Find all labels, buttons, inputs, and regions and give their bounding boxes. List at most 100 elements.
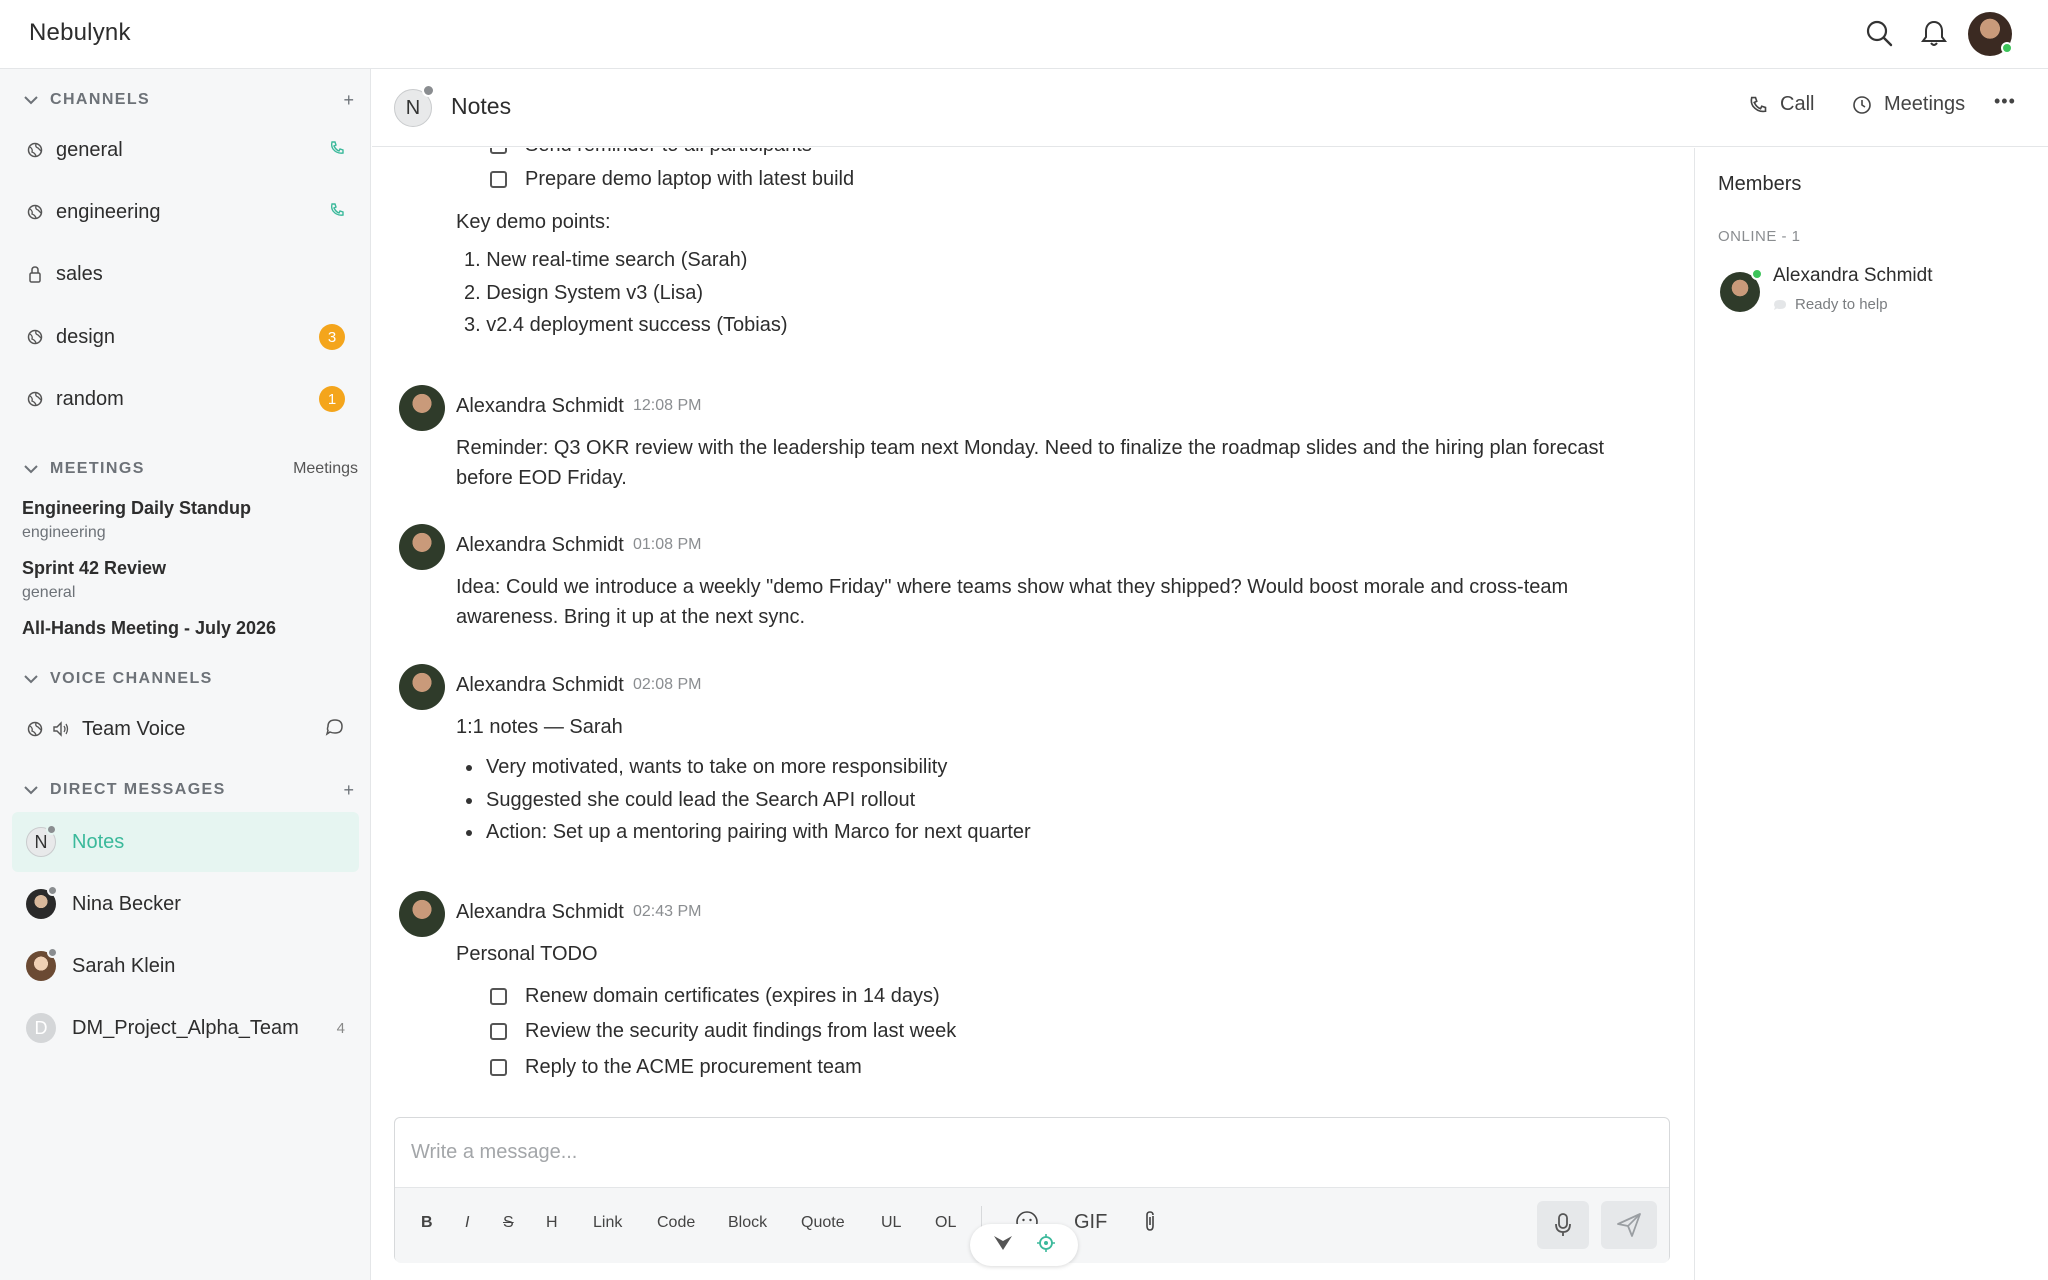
checkbox-item[interactable]: Send reminder to all participants — [490, 148, 812, 157]
message-text: Idea: Could we introduce a weekly "demo … — [456, 576, 1569, 628]
away-status-dot — [47, 885, 58, 896]
more-options-button[interactable]: ••• — [1994, 91, 2016, 112]
sidebar-item-design[interactable]: design 3 — [12, 309, 359, 365]
message-author[interactable]: Alexandra Schmidt — [456, 534, 624, 557]
dm-item-project-alpha[interactable]: D DM_Project_Alpha_Team 4 — [12, 998, 359, 1058]
message-list[interactable]: Send reminder to all participants Prepar… — [372, 148, 1694, 1106]
checkbox[interactable] — [490, 171, 507, 188]
message-author[interactable]: Alexandra Schmidt — [456, 901, 624, 924]
dm-label: Nina Becker — [72, 892, 181, 915]
avatar: D — [26, 1013, 56, 1043]
phone-icon[interactable] — [329, 202, 345, 223]
member-name[interactable]: Alexandra Schmidt — [1773, 265, 1932, 287]
channel-label: engineering — [56, 200, 161, 223]
chevron-down-icon — [24, 671, 40, 687]
dm-item-nina-becker[interactable]: Nina Becker — [12, 874, 359, 934]
checkbox[interactable] — [490, 1023, 507, 1040]
away-status-dot — [47, 947, 58, 958]
checkbox[interactable] — [490, 1059, 507, 1076]
message-author[interactable]: Alexandra Schmidt — [456, 674, 624, 697]
checkbox-item[interactable]: Review the security audit findings from … — [490, 1020, 956, 1043]
bullet-list-button[interactable]: UL — [881, 1214, 901, 1232]
sidebar-item-team-voice[interactable]: Team Voice — [12, 701, 359, 757]
channels-section-header[interactable]: CHANNELS + — [24, 88, 354, 112]
meeting-title[interactable]: All-Hands Meeting - July 2026 — [22, 618, 276, 639]
numbered-list-button[interactable]: OL — [935, 1214, 956, 1232]
list-item: 2. Design System v3 (Lisa) — [464, 282, 703, 304]
phone-icon — [1748, 94, 1770, 116]
meeting-title[interactable]: Sprint 42 Review — [22, 558, 166, 579]
strikethrough-button[interactable]: S — [503, 1214, 514, 1232]
checkbox-item[interactable]: Renew domain certificates (expires in 14… — [490, 985, 940, 1008]
avatar-initial: N — [34, 831, 48, 852]
message-text: Personal TODO — [456, 943, 598, 965]
voice-section-header[interactable]: VOICE CHANNELS — [24, 667, 354, 691]
dm-title: DIRECT MESSAGES — [50, 781, 226, 798]
meeting-title[interactable]: Engineering Daily Standup — [22, 498, 251, 519]
meetings-link[interactable]: Meetings — [293, 460, 358, 478]
member-count: 4 — [336, 1019, 345, 1037]
avatar[interactable] — [399, 891, 445, 937]
channel-title: Notes — [451, 93, 512, 119]
heading-button[interactable]: H — [546, 1214, 558, 1232]
call-button[interactable]: Call — [1748, 93, 1814, 116]
quote-button[interactable]: Quote — [801, 1214, 845, 1232]
meetings-section-header[interactable]: MEETINGS Meetings — [24, 457, 358, 481]
bullet — [466, 764, 472, 771]
channel-label: general — [56, 138, 123, 161]
target-icon[interactable] — [1036, 1233, 1056, 1258]
chevron-down-icon — [24, 782, 40, 798]
channel-label: sales — [56, 262, 103, 285]
send-button[interactable] — [1601, 1201, 1657, 1249]
microphone-button[interactable] — [1537, 1201, 1589, 1249]
sidebar-item-sales[interactable]: sales — [12, 246, 359, 302]
checkbox-item[interactable]: Prepare demo laptop with latest build — [490, 168, 854, 191]
avatar[interactable] — [1720, 268, 1763, 312]
add-channel-button[interactable]: + — [343, 90, 354, 111]
microphone-icon — [1555, 1213, 1571, 1236]
checkbox[interactable] — [490, 988, 507, 1005]
message-author[interactable]: Alexandra Schmidt — [456, 395, 624, 418]
phone-icon[interactable] — [329, 140, 345, 161]
chevron-down-icon — [24, 461, 40, 477]
member-status: Ready to help — [1773, 296, 1888, 313]
speaker-icon — [52, 720, 70, 738]
attach-icon[interactable] — [1141, 1210, 1159, 1239]
dm-label: DM_Project_Alpha_Team — [72, 1016, 299, 1039]
dm-item-notes[interactable]: N Notes — [12, 812, 359, 872]
checkbox-label: Prepare demo laptop with latest build — [525, 168, 855, 190]
avatar[interactable] — [399, 524, 445, 570]
sidebar-item-general[interactable]: general — [12, 122, 359, 178]
clock-icon — [1852, 94, 1874, 116]
meetings-button[interactable]: Meetings — [1852, 93, 1965, 116]
gif-button[interactable]: GIF — [1074, 1211, 1107, 1234]
message-text: Reminder: Q3 OKR review with the leaders… — [456, 437, 1605, 489]
checkbox-label: Review the security audit findings from … — [525, 1020, 957, 1042]
link-button[interactable]: Link — [593, 1214, 622, 1232]
user-avatar[interactable] — [1968, 12, 2013, 56]
channel-label: random — [56, 387, 124, 410]
message-input[interactable] — [395, 1118, 1669, 1188]
checkbox-item[interactable]: Reply to the ACME procurement team — [490, 1056, 862, 1079]
bullet-text: Suggested she could lead the Search API … — [486, 789, 916, 811]
avatar[interactable] — [399, 664, 445, 710]
code-button[interactable]: Code — [657, 1214, 695, 1232]
members-panel: Members ONLINE - 1 Alexandra Schmidt Rea… — [1694, 148, 2048, 1280]
dm-item-sarah-klein[interactable]: Sarah Klein — [12, 936, 359, 996]
add-dm-button[interactable]: + — [343, 780, 354, 801]
floating-widget[interactable] — [970, 1224, 1078, 1266]
sidebar-item-random[interactable]: random 1 — [12, 371, 359, 427]
avatar[interactable] — [399, 385, 445, 431]
meetings-title: MEETINGS — [50, 460, 145, 477]
top-bar: Nebulynk — [0, 0, 2048, 69]
search-icon[interactable] — [1862, 16, 1896, 50]
dm-section-header[interactable]: DIRECT MESSAGES + — [24, 778, 354, 802]
checkbox[interactable] — [490, 148, 507, 154]
bold-button[interactable]: B — [421, 1214, 433, 1232]
collapse-icon[interactable] — [992, 1234, 1014, 1257]
bell-icon[interactable] — [1917, 16, 1951, 50]
chat-bubble-icon[interactable] — [325, 717, 345, 742]
italic-button[interactable]: I — [465, 1214, 469, 1232]
sidebar-item-engineering[interactable]: engineering — [12, 184, 359, 240]
code-block-button[interactable]: Block — [728, 1214, 767, 1232]
